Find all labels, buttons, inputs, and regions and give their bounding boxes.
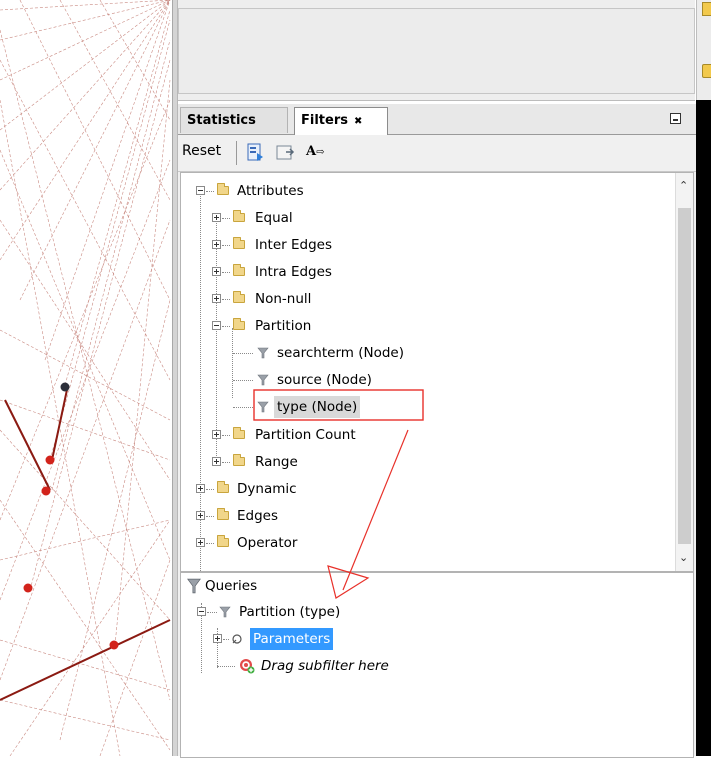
- folder-icon: [217, 481, 229, 493]
- scroll-thumb[interactable]: [678, 208, 691, 544]
- tree-item-label: Partition Count: [255, 427, 356, 443]
- font-icon[interactable]: A⇨: [306, 144, 328, 166]
- tree-item-range[interactable]: Range: [181, 451, 661, 473]
- funnel-icon: [257, 401, 269, 413]
- folder-icon: [702, 2, 711, 16]
- folder-icon: [233, 427, 245, 439]
- funnel-icon: [257, 374, 269, 386]
- tree-item-label: type (Node): [274, 396, 361, 418]
- tree-item-type[interactable]: type (Node): [181, 396, 661, 418]
- folder-icon: [217, 508, 229, 520]
- folder-icon: [233, 318, 245, 330]
- toolbar-separator: [236, 141, 237, 165]
- tab-filters[interactable]: Filters ✖: [294, 107, 388, 135]
- expand-icon[interactable]: [212, 213, 221, 222]
- collapse-icon[interactable]: [212, 321, 221, 330]
- export-icon[interactable]: [244, 142, 266, 164]
- folder-icon: [217, 535, 229, 547]
- save-icon[interactable]: [274, 142, 296, 164]
- button-icon[interactable]: [702, 64, 711, 78]
- funnel-icon: [257, 347, 269, 359]
- tree-item-label: Attributes: [237, 183, 304, 199]
- expand-icon[interactable]: [212, 430, 221, 439]
- tree-item-label: Dynamic: [237, 481, 297, 497]
- expand-icon[interactable]: [212, 240, 221, 249]
- folder-icon: [233, 454, 245, 466]
- funnel-icon: [219, 606, 231, 618]
- expand-icon[interactable]: [212, 267, 221, 276]
- tree-item-source[interactable]: source (Node): [181, 369, 661, 391]
- target-add-icon: [240, 659, 255, 674]
- graph-canvas[interactable]: [0, 0, 177, 757]
- query-item-parameters[interactable]: Parameters: [181, 628, 661, 650]
- expand-icon[interactable]: [196, 538, 205, 547]
- filter-library-tree: Attributes Equal Inter Edges Intra Edges: [180, 172, 694, 572]
- minimize-button[interactable]: [670, 113, 681, 124]
- filters-panel: Statistics Filters ✖ Reset A⇨ Attributes: [178, 104, 696, 758]
- tree-item-label: Inter Edges: [255, 237, 332, 253]
- tree-item-label: Intra Edges: [255, 264, 332, 280]
- folder-icon: [233, 237, 245, 249]
- right-top-panel: [696, 0, 711, 100]
- tab-bar: Statistics Filters ✖: [178, 104, 696, 135]
- expand-icon[interactable]: [212, 457, 221, 466]
- query-item-label: Partition (type): [239, 604, 341, 620]
- tree-item-label: Non-null: [255, 291, 312, 307]
- tree-item-partition[interactable]: Partition: [181, 315, 661, 337]
- reset-button[interactable]: Reset: [182, 143, 221, 159]
- tree-item-edges[interactable]: Edges: [181, 505, 661, 527]
- folder-icon: [233, 210, 245, 222]
- queries-panel[interactable]: Queries Partition (type) Parameters Drag…: [180, 572, 694, 758]
- tree-item-partition-count[interactable]: Partition Count: [181, 424, 661, 446]
- tree-item-label: searchterm (Node): [277, 345, 404, 361]
- tree-item-inter-edges[interactable]: Inter Edges: [181, 234, 661, 256]
- funnel-icon: [187, 578, 201, 594]
- tree-item-label: Partition: [255, 318, 312, 334]
- tree-item-non-null[interactable]: Non-null: [181, 288, 661, 310]
- expand-icon[interactable]: [212, 294, 221, 303]
- collapse-icon[interactable]: [196, 186, 205, 195]
- scroll-up-icon[interactable]: ⌃: [679, 179, 688, 192]
- folder-icon: [233, 291, 245, 303]
- tree-item-label: Operator: [237, 535, 298, 551]
- tree-item-label: Equal: [255, 210, 293, 226]
- queries-root[interactable]: Queries: [181, 575, 661, 597]
- tree-item-operator[interactable]: Operator: [181, 532, 661, 554]
- graph-edges: [0, 0, 171, 757]
- tree-item-attributes[interactable]: Attributes: [181, 180, 661, 202]
- collapse-icon[interactable]: [197, 607, 206, 616]
- tree-scrollbar[interactable]: ⌃ ⌄: [675, 173, 693, 571]
- upper-panel: [178, 0, 695, 101]
- tab-statistics[interactable]: Statistics: [180, 107, 288, 133]
- tree-item-searchterm[interactable]: searchterm (Node): [181, 342, 661, 364]
- tree-item-label: Edges: [237, 508, 279, 524]
- wrench-icon: [232, 634, 242, 644]
- right-panel-edge: [696, 0, 711, 756]
- query-item-label: Parameters: [250, 628, 334, 650]
- folder-icon: [233, 264, 245, 276]
- folder-icon: [217, 183, 229, 195]
- tree-item-intra-edges[interactable]: Intra Edges: [181, 261, 661, 283]
- filters-toolbar: Reset A⇨: [178, 135, 696, 172]
- tab-filters-label: Filters: [301, 113, 348, 128]
- queries-title: Queries: [205, 578, 258, 594]
- expand-icon[interactable]: [213, 634, 222, 643]
- upper-panel-content: [178, 8, 695, 94]
- scroll-down-icon[interactable]: ⌄: [679, 551, 688, 564]
- tree-item-equal[interactable]: Equal: [181, 207, 661, 229]
- tree-item-label: source (Node): [277, 372, 372, 388]
- expand-icon[interactable]: [196, 511, 205, 520]
- tab-statistics-label: Statistics: [187, 113, 256, 128]
- font-icon-text: A: [306, 144, 317, 159]
- close-icon[interactable]: ✖: [354, 116, 362, 127]
- tree-item-dynamic[interactable]: Dynamic: [181, 478, 661, 500]
- tree-item-label: Range: [255, 454, 298, 470]
- drag-subfilter-target[interactable]: Drag subfilter here: [181, 655, 661, 677]
- query-item-partition-type[interactable]: Partition (type): [181, 601, 661, 623]
- expand-icon[interactable]: [196, 484, 205, 493]
- query-item-label: Drag subfilter here: [261, 658, 389, 674]
